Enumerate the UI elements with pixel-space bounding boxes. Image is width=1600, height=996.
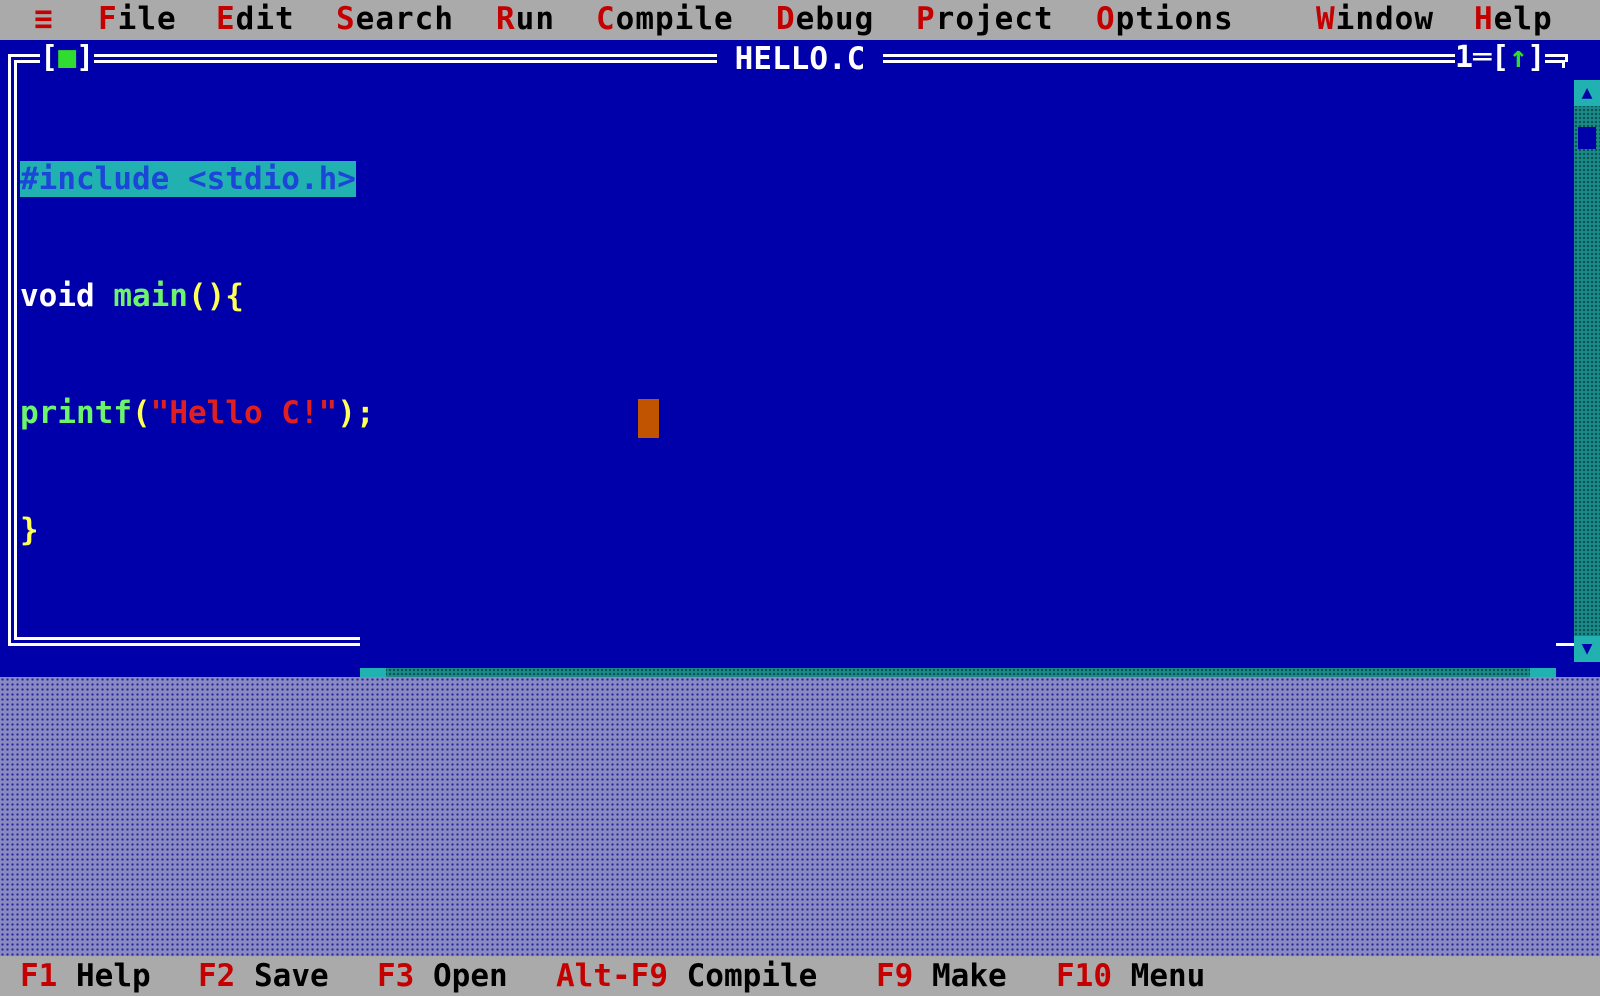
menu-run[interactable]: Run [496, 0, 555, 40]
frame-bottom-inner [14, 637, 360, 640]
status-menu-label: Menu [1112, 958, 1206, 994]
zoom-box-right: ] [1527, 40, 1546, 75]
close-box[interactable]: [■] [40, 40, 95, 76]
menu-search[interactable]: Search [336, 0, 454, 40]
menu-edit[interactable]: Edit [216, 0, 295, 40]
vertical-scroll-thumb[interactable] [1578, 127, 1596, 149]
system-menu-icon[interactable]: ≡ [34, 0, 54, 40]
string-literal: "Hello C!" [150, 395, 338, 431]
vertical-scrollbar[interactable]: ▲ ▼ [1574, 80, 1600, 662]
window-number-sep: ═ [1473, 40, 1492, 75]
scroll-up-icon[interactable]: ▲ [1574, 80, 1600, 106]
status-help[interactable]: F1 Help [20, 956, 151, 996]
window-number: 1 [1455, 40, 1474, 75]
menu-project-label: roject [935, 1, 1054, 37]
menu-compile-hotkey: C [596, 1, 616, 37]
frame-left-outer [8, 54, 11, 646]
status-save-key: F2 [198, 958, 236, 994]
menu-file-hotkey: F [98, 1, 118, 37]
menu-project[interactable]: Project [916, 0, 1054, 40]
menu-debug-hotkey: D [776, 1, 796, 37]
menu-debug-label: ebug [795, 1, 875, 37]
status-help-key: F1 [20, 958, 58, 994]
menu-options-label: ptions [1115, 1, 1234, 37]
status-open-label: Open [414, 958, 508, 994]
mouse-cursor-block [638, 399, 659, 438]
frame-right-top-inner [1562, 60, 1565, 68]
selected-text[interactable]: #include <stdio.h> [20, 161, 356, 197]
menu-file-label: ile [117, 1, 177, 37]
menu-run-label: un [515, 1, 555, 37]
window-number-zoom[interactable]: 1═[↑] [1455, 40, 1546, 76]
punctuation: (){ [187, 278, 244, 314]
identifier-printf: printf [20, 395, 132, 431]
close-box-left: [ [40, 40, 59, 75]
code-line-3[interactable]: printf("Hello C!"); [20, 394, 375, 433]
menu-edit-label: dit [235, 1, 295, 37]
code-area[interactable]: #include <stdio.h> void main(){ printf("… [20, 82, 375, 628]
menu-run-hotkey: R [496, 1, 516, 37]
punctuation: ); [337, 395, 375, 431]
window-title-bar: HELLO.C [0, 40, 1600, 78]
menu-help[interactable]: Help [1474, 0, 1553, 40]
status-make[interactable]: F9 Make [876, 956, 1007, 996]
identifier-main: main [94, 278, 188, 314]
window-title: HELLO.C [716, 41, 884, 77]
menu-bar: ≡ File Edit Search Run Compile Debug Pro… [0, 0, 1600, 40]
closing-brace: } [20, 512, 39, 548]
status-menu[interactable]: F10 Menu [1056, 956, 1205, 996]
frame-right-top [1565, 54, 1568, 62]
status-make-key: F9 [876, 958, 914, 994]
frame-bottom-outer [8, 643, 360, 646]
menu-project-hotkey: P [916, 1, 936, 37]
status-compile-key: Alt-F9 [556, 958, 668, 994]
menu-window[interactable]: Window [1316, 0, 1434, 40]
desktop-background [0, 677, 1600, 956]
menu-compile[interactable]: Compile [596, 0, 734, 40]
status-open-key: F3 [377, 958, 415, 994]
status-save-label: Save [235, 958, 329, 994]
status-open[interactable]: F3 Open [377, 956, 508, 996]
zoom-icon[interactable]: ↑ [1509, 40, 1527, 75]
status-make-label: Make [913, 958, 1007, 994]
status-help-label: Help [57, 958, 151, 994]
menu-window-hotkey: W [1316, 1, 1336, 37]
menu-file[interactable]: File [98, 0, 177, 40]
menu-compile-label: ompile [615, 1, 734, 37]
menu-edit-hotkey: E [216, 1, 236, 37]
menu-window-label: indow [1335, 1, 1434, 37]
status-compile[interactable]: Alt-F9 Compile [556, 956, 817, 996]
close-icon: ■ [58, 40, 77, 75]
close-box-right: ] [76, 40, 95, 75]
code-line-2[interactable]: void main(){ [20, 277, 375, 316]
frame-left-inner [14, 60, 17, 640]
status-save[interactable]: F2 Save [198, 956, 329, 996]
keyword-void: void [20, 278, 95, 314]
status-menu-key: F10 [1056, 958, 1112, 994]
frame-top-inner [14, 60, 1562, 63]
status-bar: F1 Help F2 Save F3 Open Alt-F9 Compile F… [0, 956, 1600, 996]
menu-help-hotkey: H [1474, 1, 1494, 37]
scroll-down-icon[interactable]: ▼ [1574, 636, 1600, 662]
frame-top-outer [8, 54, 1568, 57]
menu-help-label: elp [1493, 1, 1553, 37]
menu-debug[interactable]: Debug [776, 0, 874, 40]
menu-options-hotkey: O [1096, 1, 1116, 37]
punctuation: ( [131, 395, 151, 431]
menu-search-hotkey: S [336, 1, 356, 37]
menu-search-label: earch [355, 1, 454, 37]
zoom-box-left: [ [1491, 40, 1510, 75]
status-compile-label: Compile [667, 958, 818, 994]
editor-window[interactable]: HELLO.C [■] 1═[↑] #include <stdio.h> voi… [0, 40, 1600, 717]
code-line-1[interactable]: #include <stdio.h> [20, 160, 375, 199]
code-line-4[interactable]: } [20, 511, 375, 550]
menu-options[interactable]: Options [1096, 0, 1234, 40]
